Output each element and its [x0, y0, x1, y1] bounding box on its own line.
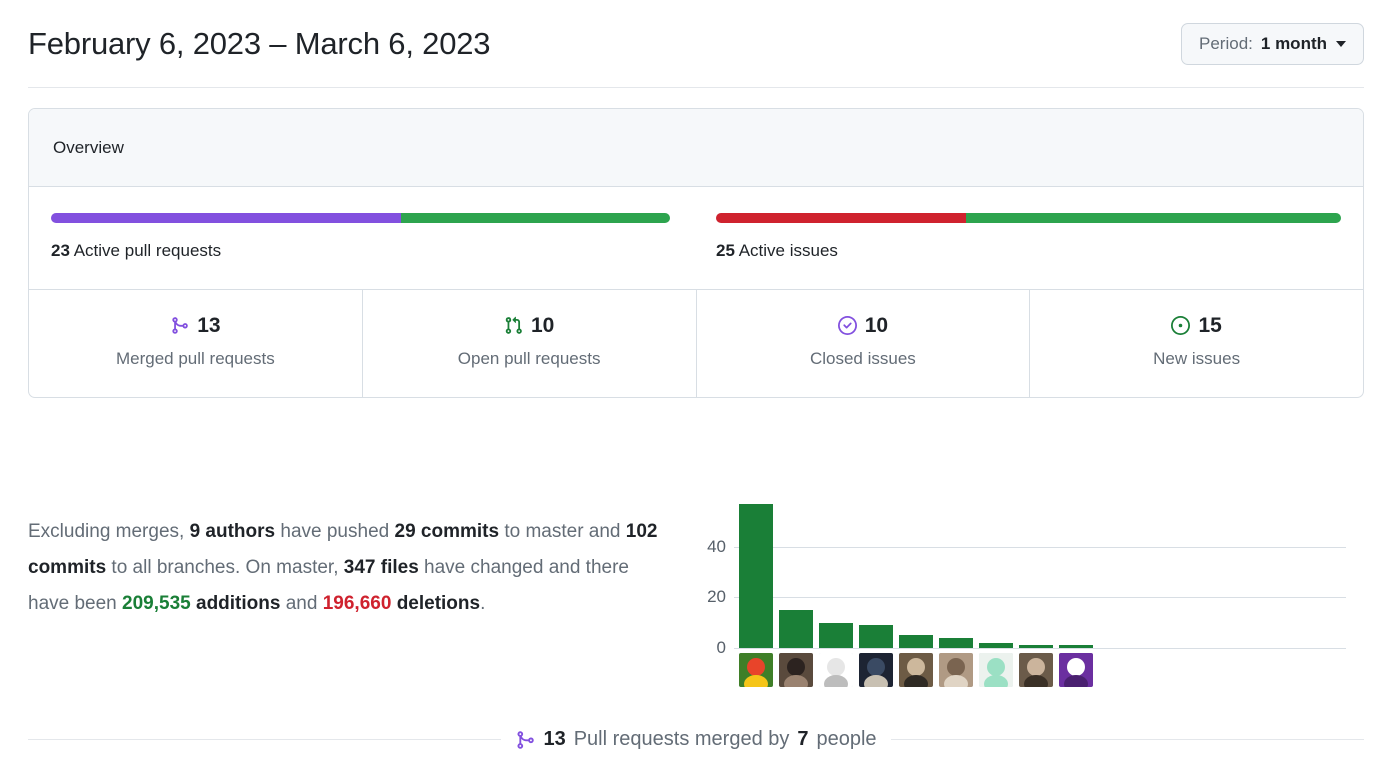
merged-people-count: 7: [797, 728, 809, 750]
commits-mid3: to all branches. On master,: [111, 557, 339, 578]
stat-merged-pull-requests-top: 13: [170, 314, 221, 337]
overview-stats-row: 13 Merged pull requests 10 Open pull req…: [29, 289, 1363, 397]
avatar[interactable]: [779, 653, 813, 687]
chart-gridline: [734, 597, 1346, 599]
commits-mid5: and: [285, 593, 318, 614]
pr-bar-segment-merged: [51, 213, 401, 223]
commits-mid1: have pushed: [280, 521, 390, 542]
commits-chart-wrap: 0 20 40: [690, 488, 1392, 703]
commits-deletions-word-wrap: deletions: [391, 593, 480, 614]
active-issues-count: 25: [716, 241, 735, 260]
merged-summary: 13 Pull requests merged by 7 people: [501, 728, 890, 751]
chart-y-tick-label: 0: [716, 638, 726, 657]
period-dropdown-button[interactable]: Period: 1 month: [1181, 23, 1364, 65]
stat-open-pull-requests-value: 10: [530, 314, 555, 337]
avatar[interactable]: [899, 653, 933, 687]
stat-closed-issues-value: 10: [864, 314, 889, 337]
active-pull-requests-label: Active pull requests: [73, 241, 222, 260]
chart-bar[interactable]: [979, 642, 1013, 648]
commits-additions-word: additions: [196, 593, 281, 614]
chart-bar[interactable]: [819, 622, 853, 648]
chart-bar[interactable]: [739, 503, 773, 648]
commits-deletions-count: 196,660: [322, 593, 392, 614]
pr-bar-segment-open: [400, 213, 670, 223]
commits-section: Excluding merges, 9 authors have pushed …: [0, 488, 1392, 703]
git-merge-icon: [170, 316, 189, 335]
issues-progress-bar: [716, 213, 1341, 223]
stat-open-pull-requests[interactable]: 10 Open pull requests: [363, 290, 697, 397]
commits-mid2: to master and: [504, 521, 621, 542]
stat-merged-pull-requests-label: Merged pull requests: [115, 349, 275, 368]
stat-new-issues-value: 15: [1198, 314, 1222, 337]
avatar[interactable]: [979, 653, 1013, 687]
overview-card-header: Overview: [29, 109, 1363, 187]
stat-closed-issues-top: 10: [837, 314, 889, 337]
chevron-down-icon: [1336, 41, 1346, 47]
footer-divider-left: [28, 739, 502, 740]
stat-merged-pull-requests[interactable]: 13 Merged pull requests: [29, 290, 363, 397]
avatar[interactable]: [1019, 653, 1053, 687]
git-pull-request-icon: [504, 316, 523, 335]
active-pull-requests-caption: 23 Active pull requests: [51, 241, 670, 289]
stat-new-issues-label: New issues: [1153, 349, 1241, 368]
commits-files-changed: 347 files: [343, 557, 419, 578]
stat-closed-issues[interactable]: 10 Closed issues: [697, 290, 1031, 397]
active-pull-requests-count: 23: [51, 241, 70, 260]
avatar[interactable]: [1059, 653, 1093, 687]
merged-people-label: people: [816, 728, 877, 750]
header-divider: [28, 87, 1364, 88]
activity-bars-row: 23 Active pull requests 25 Active issues: [29, 187, 1363, 289]
issues-bar-segment-new: [966, 213, 1341, 223]
issue-opened-icon: [1171, 316, 1191, 335]
repo-pulse-page: February 6, 2023 – March 6, 2023 Period:…: [0, 0, 1392, 781]
chart-bar[interactable]: [1059, 645, 1093, 648]
commits-per-author-chart: 0 20 40: [690, 488, 1350, 703]
commits-additions-count: 209,535: [122, 593, 191, 614]
commits-summary-text: Excluding merges, 9 authors have pushed …: [0, 488, 690, 703]
stat-merged-pull-requests-value: 13: [197, 314, 221, 337]
period-prefix-label: Period:: [1199, 34, 1253, 53]
stat-closed-issues-label: Closed issues: [809, 349, 916, 368]
commits-lead: Excluding merges,: [28, 521, 185, 542]
chart-bar[interactable]: [859, 625, 893, 648]
stat-new-issues[interactable]: 15 New issues: [1030, 290, 1363, 397]
stat-open-pull-requests-label: Open pull requests: [457, 349, 601, 368]
avatar[interactable]: [859, 653, 893, 687]
commits-deletions-word: deletions: [396, 593, 481, 614]
commits-authors: 9 authors: [189, 521, 276, 542]
avatar[interactable]: [739, 653, 773, 687]
overview-card: Overview 23 Active pull requests 25 Acti…: [28, 108, 1364, 398]
issue-closed-icon: [837, 316, 857, 335]
active-issues-label: Active issues: [738, 241, 838, 260]
commits-tail: .: [480, 593, 486, 614]
git-merge-icon: [515, 730, 535, 750]
pull-requests-progress-bar: [51, 213, 670, 223]
active-pull-requests-block: 23 Active pull requests: [29, 213, 696, 289]
chart-bar[interactable]: [899, 635, 933, 648]
chart-bar[interactable]: [1019, 645, 1053, 648]
active-issues-caption: 25 Active issues: [716, 241, 1341, 289]
page-header: February 6, 2023 – March 6, 2023 Period:…: [0, 0, 1392, 88]
stat-new-issues-top: 15: [1171, 314, 1222, 337]
chart-bar[interactable]: [779, 610, 813, 648]
footer-divider-right: [890, 739, 1365, 740]
merged-mid-label: Pull requests merged by: [573, 728, 790, 750]
chart-author-avatars: [739, 653, 1093, 687]
chart-gridline: [734, 648, 1346, 649]
page-title: February 6, 2023 – March 6, 2023: [28, 25, 491, 61]
overview-title: Overview: [53, 137, 124, 157]
chart-y-tick-label: 40: [707, 536, 726, 556]
chart-bar[interactable]: [939, 637, 973, 648]
active-issues-block: 25 Active issues: [696, 213, 1363, 289]
merged-count: 13: [543, 728, 566, 750]
avatar[interactable]: [819, 653, 853, 687]
commits-master-count: 29 commits: [394, 521, 500, 542]
chart-gridline: [734, 546, 1346, 548]
stat-open-pull-requests-top: 10: [504, 315, 554, 336]
avatar[interactable]: [939, 653, 973, 687]
chart-y-tick-label: 20: [707, 587, 726, 607]
issues-bar-segment-closed: [716, 213, 966, 223]
merged-pull-requests-footer: 13 Pull requests merged by 7 people: [28, 728, 1365, 751]
period-value-label: 1 month: [1260, 34, 1327, 53]
